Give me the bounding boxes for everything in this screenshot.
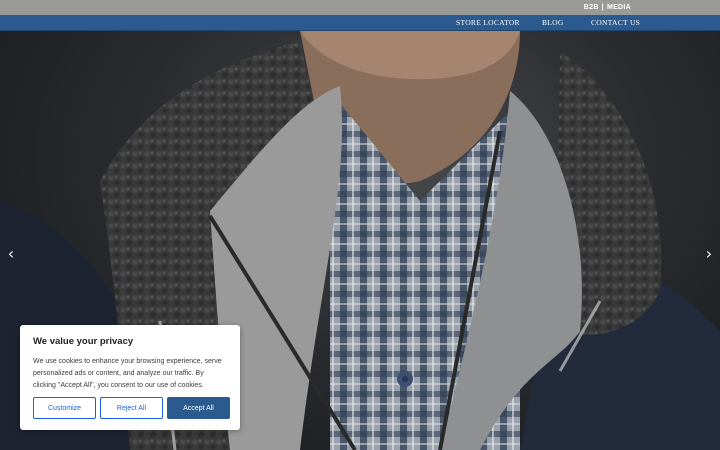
carousel-next-button[interactable]: › [702, 244, 716, 264]
utility-bar: B2B | MEDIA [0, 0, 720, 15]
nav-blog[interactable]: BLOG [542, 15, 564, 30]
carousel-prev-button[interactable]: ‹ [4, 244, 18, 264]
chevron-left-icon: ‹ [7, 244, 15, 263]
cookie-consent-banner: We value your privacy We use cookies to … [20, 325, 240, 430]
cookie-description: We use cookies to enhance your browsing … [33, 358, 222, 389]
nav-contact-us[interactable]: CONTACT US [591, 15, 640, 30]
main-nav: STORE LOCATOR BLOG CONTACT US [0, 15, 720, 31]
customize-button[interactable]: Customize [33, 397, 96, 419]
b2b-link[interactable]: B2B [584, 4, 599, 11]
media-link[interactable]: MEDIA [607, 4, 631, 11]
cookie-title: We value your privacy [33, 336, 134, 347]
utility-links: B2B | MEDIA [584, 4, 631, 11]
reject-all-button[interactable]: Reject All [100, 397, 163, 419]
nav-store-locator[interactable]: STORE LOCATOR [456, 15, 520, 30]
accept-all-button[interactable]: Accept All [167, 397, 230, 419]
utility-separator: | [601, 4, 604, 11]
chevron-right-icon: › [705, 244, 713, 263]
cookie-button-row: Customize Reject All Accept All [33, 397, 230, 419]
